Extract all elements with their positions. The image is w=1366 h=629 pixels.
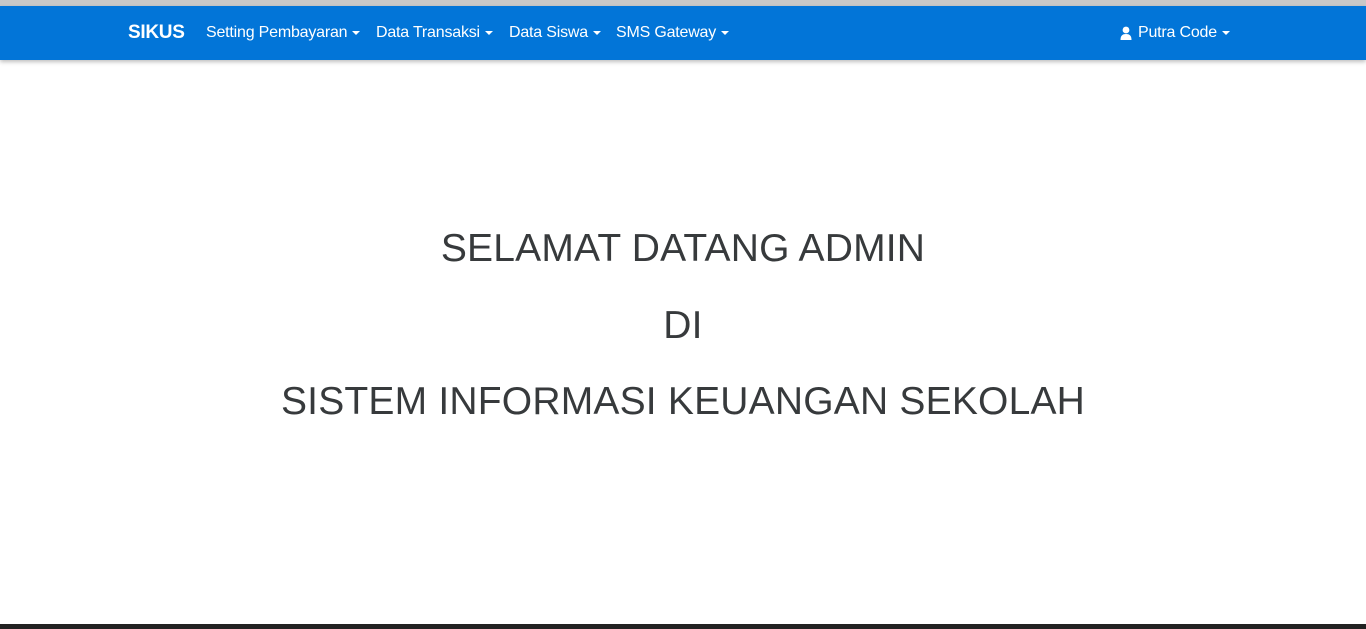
user-menu[interactable]: Putra Code xyxy=(1120,6,1230,60)
system-name-heading: SISTEM INFORMASI KEUANGAN SEKOLAH xyxy=(280,380,1086,423)
menu-sms-gateway[interactable]: SMS Gateway xyxy=(616,6,730,60)
caret-down-icon xyxy=(721,31,730,35)
user-icon xyxy=(1120,26,1132,40)
menu-data-siswa-label: Data Siswa xyxy=(509,24,588,41)
menu-data-siswa[interactable]: Data Siswa xyxy=(509,6,601,60)
menu-sms-gateway-label: SMS Gateway xyxy=(616,24,717,41)
menu-data-transaksi[interactable]: Data Transaksi xyxy=(376,6,493,60)
window-bottom-edge xyxy=(0,624,1366,629)
welcome-heading: SELAMAT DATANG ADMIN xyxy=(440,227,926,270)
caret-down-icon xyxy=(1221,31,1230,35)
user-menu-label: Putra Code xyxy=(1138,24,1217,41)
navbar: SIKUS Setting Pembayaran Data Transaksi … xyxy=(0,6,1366,60)
brand-link[interactable]: SIKUS xyxy=(128,6,185,60)
menu-data-transaksi-label: Data Transaksi xyxy=(376,24,480,41)
caret-down-icon xyxy=(352,31,361,35)
caret-down-icon xyxy=(484,31,493,35)
menu-setting-pembayaran[interactable]: Setting Pembayaran xyxy=(206,6,361,60)
main-content: SELAMAT DATANG ADMIN DI SISTEM INFORMASI… xyxy=(0,60,1366,624)
menu-setting-pembayaran-label: Setting Pembayaran xyxy=(206,24,348,41)
caret-down-icon xyxy=(592,31,601,35)
welcome-di-heading: DI xyxy=(663,304,703,347)
